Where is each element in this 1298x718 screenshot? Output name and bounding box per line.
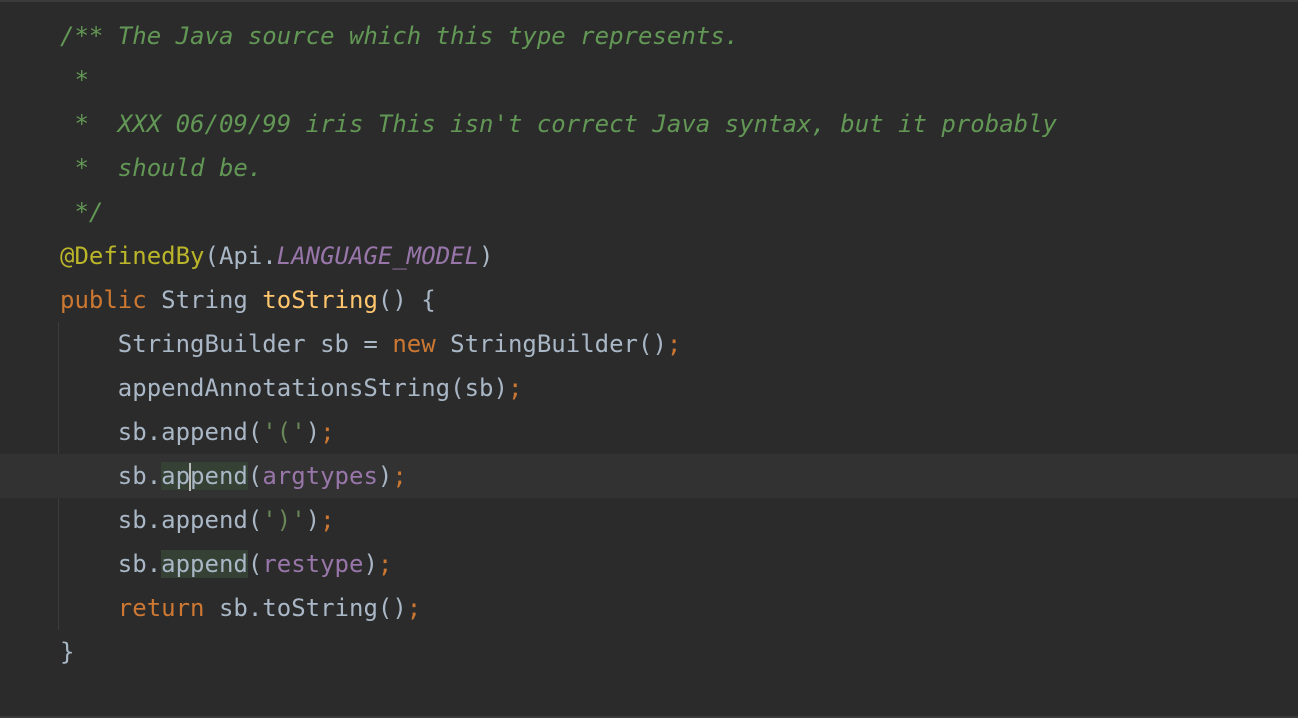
code-text: sb.toString() (204, 594, 407, 622)
semicolon: ; (392, 462, 407, 490)
code-text: ) (479, 242, 494, 270)
code-line-7[interactable]: public String toString() { (0, 278, 1298, 322)
code-line-15[interactable]: } (0, 630, 1298, 674)
field-reference[interactable]: restype (262, 550, 363, 578)
char-literal: '(' (262, 418, 306, 446)
code-text: sb.append( (117, 506, 263, 534)
semicolon: ; (320, 506, 335, 534)
method-declaration[interactable]: toString (262, 286, 378, 314)
type-name: String (146, 286, 263, 314)
code-text: ( (247, 550, 263, 578)
code-text: sb.append( (117, 418, 263, 446)
highlighted-usage[interactable]: append (161, 550, 248, 578)
code-text: sb. (117, 550, 162, 578)
semicolon: ; (507, 374, 523, 402)
code-line-9[interactable]: appendAnnotationsString(sb); (0, 366, 1298, 410)
code-editor[interactable]: /** The Java source which this type repr… (0, 0, 1298, 718)
javadoc-comment: * XXX 06/09/99 iris This isn't correct J… (60, 110, 1057, 138)
highlighted-usage[interactable]: append (161, 462, 248, 491)
code-text: ) (305, 418, 321, 446)
code-line-3[interactable]: * XXX 06/09/99 iris This isn't correct J… (0, 102, 1298, 146)
code-line-4[interactable]: * should be. (0, 146, 1298, 190)
code-line-5[interactable]: */ (0, 190, 1298, 234)
javadoc-comment: /** The Java source which this type repr… (60, 22, 740, 50)
javadoc-comment: */ (60, 198, 104, 226)
code-text: appendAnnotationsString(sb) (117, 374, 508, 402)
code-line-1[interactable]: /** The Java source which this type repr… (0, 14, 1298, 58)
code-text: pend (190, 462, 248, 490)
semicolon: ; (377, 550, 393, 578)
keyword: public (60, 286, 147, 314)
code-line-13[interactable]: sb.append(restype); (0, 542, 1298, 586)
code-text: () { (377, 286, 436, 314)
semicolon: ; (666, 330, 682, 358)
annotation-name[interactable]: @DefinedBy (60, 242, 205, 270)
semicolon: ; (406, 594, 422, 622)
code-line-6[interactable]: @DefinedBy(Api.LANGUAGE_MODEL) (0, 234, 1298, 278)
code-line-14[interactable]: return sb.toString(); (0, 586, 1298, 630)
code-text: ) (363, 550, 378, 578)
code-line-10[interactable]: sb.append('('); (0, 410, 1298, 454)
javadoc-comment: * (60, 66, 89, 94)
code-text: sb. (117, 462, 162, 490)
char-literal: ')' (262, 506, 306, 534)
code-line-11-current[interactable]: sb.append(argtypes); (0, 454, 1298, 498)
closing-brace: } (60, 638, 75, 666)
field-reference[interactable]: argtypes (262, 462, 378, 490)
code-line-12[interactable]: sb.append(')'); (0, 498, 1298, 542)
code-text: ap (161, 462, 191, 490)
code-text: ) (377, 462, 393, 490)
javadoc-comment: * should be. (60, 154, 263, 182)
code-text: (Api. (204, 242, 277, 270)
code-line-8[interactable]: StringBuilder sb = new StringBuilder(); (0, 322, 1298, 366)
keyword: new (392, 330, 436, 358)
code-line-2[interactable]: * (0, 58, 1298, 102)
semicolon: ; (320, 418, 335, 446)
code-text: StringBuilder sb = (117, 330, 393, 358)
code-text: ( (247, 462, 263, 490)
constant-reference[interactable]: LANGUAGE_MODEL (277, 242, 479, 270)
code-text: ) (305, 506, 321, 534)
keyword: return (117, 594, 205, 622)
code-text: StringBuilder() (435, 330, 667, 358)
